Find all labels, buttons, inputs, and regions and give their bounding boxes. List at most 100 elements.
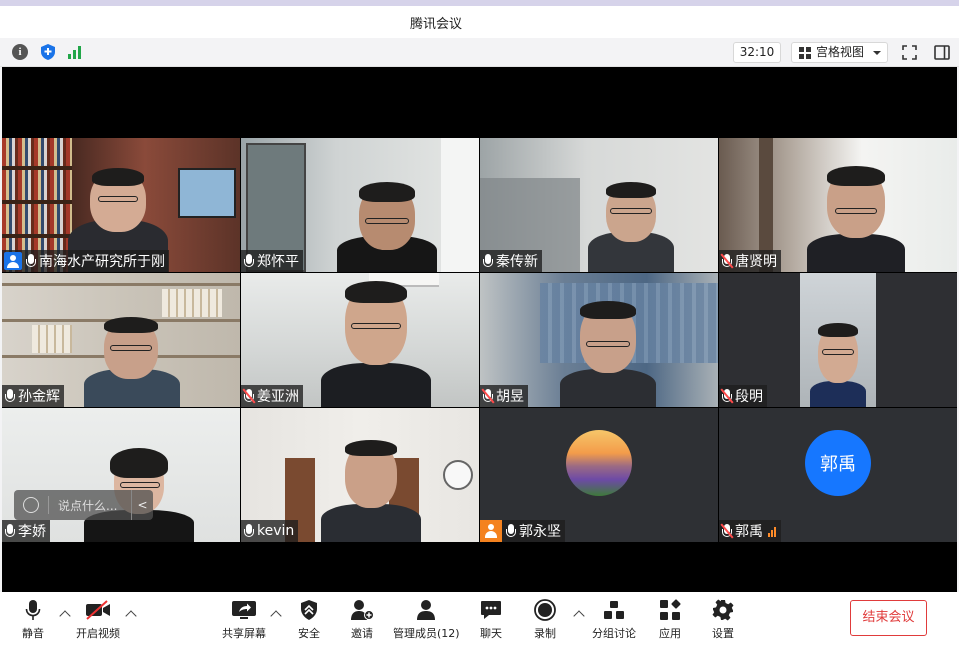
video-tile[interactable]: 李娇	[2, 408, 240, 542]
meeting-toolbar: i 32:10 宫格视图	[0, 38, 959, 67]
breakout-button[interactable]: 分组讨论	[590, 598, 638, 642]
shield-icon	[294, 598, 324, 622]
manage-members-button[interactable]: 管理成员(12)	[393, 598, 460, 642]
end-meeting-button[interactable]: 结束会议	[850, 600, 927, 636]
video-tile[interactable]: 郭永坚	[480, 408, 718, 542]
video-tile[interactable]: 唐贤明	[719, 138, 957, 272]
microphone-icon	[15, 598, 51, 622]
microphone-muted-icon	[481, 388, 495, 404]
window-title: 腾讯会议	[410, 17, 463, 32]
meeting-timer: 32:10	[733, 42, 781, 63]
participant-name: 郑怀平	[257, 254, 299, 270]
video-tile[interactable]: 段明	[719, 273, 957, 407]
video-tile[interactable]: 胡昱	[480, 273, 718, 407]
microphone-icon	[25, 253, 37, 269]
start-video-button[interactable]: 开启视频	[73, 598, 123, 642]
participant-nametag: kevin	[241, 520, 299, 542]
record-icon	[530, 598, 560, 622]
breakout-rooms-icon	[590, 598, 638, 622]
settings-button[interactable]: 设置	[708, 598, 738, 642]
view-mode-select[interactable]: 宫格视图	[791, 42, 888, 63]
participant-name: 李娇	[18, 524, 46, 540]
video-tile[interactable]: 孙金辉	[2, 273, 240, 407]
chevron-up-icon[interactable]	[573, 610, 585, 622]
participant-nametag: 秦传新	[480, 250, 542, 272]
participant-nametag: 唐贤明	[719, 250, 781, 272]
avatar: 郭禹	[805, 430, 871, 496]
participant-name: 姜亚洲	[257, 389, 299, 405]
sidebar-toggle-icon[interactable]	[933, 43, 951, 61]
participant-name: 唐贤明	[735, 254, 777, 270]
participant-nametag: 胡昱	[480, 385, 528, 407]
chat-button[interactable]: 聊天	[476, 598, 506, 642]
microphone-icon	[4, 388, 16, 404]
divider	[48, 496, 49, 514]
video-feed	[800, 273, 876, 407]
invite-button[interactable]: 邀请	[347, 598, 377, 642]
info-icon[interactable]: i	[11, 43, 29, 61]
participant-nametag: 郑怀平	[241, 250, 303, 272]
microphone-icon	[505, 523, 517, 539]
participant-nametag: 郭禹	[719, 520, 781, 542]
participant-nametag: 姜亚洲	[241, 385, 303, 407]
chevron-up-icon[interactable]	[270, 610, 282, 622]
microphone-icon	[4, 523, 16, 539]
chevron-down-icon	[873, 51, 881, 55]
chat-placeholder: 说点什么...	[58, 499, 118, 513]
participant-nametag: 李娇	[2, 520, 50, 542]
participant-name: 郭永坚	[519, 524, 561, 540]
participant-nametag: 南海水产研究所于刚	[2, 250, 169, 272]
participant-nametag: 郭永坚	[480, 520, 565, 542]
add-user-icon	[347, 598, 377, 622]
emoji-icon[interactable]	[23, 497, 39, 513]
avatar	[566, 430, 632, 496]
record-button[interactable]: 录制	[530, 598, 560, 642]
participant-nametag: 段明	[719, 385, 767, 407]
video-tile[interactable]: 秦传新	[480, 138, 718, 272]
chat-input-bubble[interactable]: 说点什么... <	[14, 490, 153, 520]
bottom-control-bar: 静音 开启视频 共享屏幕 安全 邀请 管理成员(12) 聊天 录制 分组讨论 应…	[0, 592, 959, 645]
share-screen-icon	[220, 598, 268, 622]
chevron-left-icon[interactable]: <	[131, 490, 153, 520]
microphone-muted-icon	[720, 523, 734, 539]
participant-name: 段明	[735, 389, 763, 405]
weak-network-icon	[768, 525, 777, 537]
video-tile[interactable]: kevin	[241, 408, 479, 542]
video-tile[interactable]: 姜亚洲	[241, 273, 479, 407]
chat-icon	[476, 598, 506, 622]
participant-name: 南海水产研究所于刚	[39, 254, 165, 270]
microphone-muted-icon	[720, 253, 734, 269]
participant-nametag: 孙金辉	[2, 385, 64, 407]
host-icon	[4, 252, 22, 270]
microphone-icon	[482, 253, 494, 269]
participant-name: 胡昱	[496, 389, 524, 405]
chevron-up-icon[interactable]	[125, 610, 137, 622]
security-button[interactable]: 安全	[294, 598, 324, 642]
members-icon	[393, 598, 459, 622]
view-mode-label: 宫格视图	[816, 45, 865, 59]
video-tile[interactable]: 南海水产研究所于刚	[2, 138, 240, 272]
microphone-muted-icon	[720, 388, 734, 404]
mute-button[interactable]: 静音	[15, 598, 51, 642]
video-tile[interactable]: 郑怀平	[241, 138, 479, 272]
microphone-icon	[243, 253, 255, 269]
fullscreen-icon[interactable]	[900, 43, 918, 61]
microphone-icon	[243, 523, 255, 539]
participant-name: kevin	[257, 523, 295, 539]
participant-name: 郭禹	[735, 524, 763, 540]
microphone-muted-icon	[242, 388, 256, 404]
signal-icon[interactable]	[66, 43, 84, 61]
chevron-up-icon[interactable]	[59, 610, 71, 622]
video-tile[interactable]: 郭禹 郭禹	[719, 408, 957, 542]
video-off-icon	[73, 598, 123, 622]
participant-name: 秦传新	[496, 254, 538, 270]
apps-button[interactable]: 应用	[655, 598, 685, 642]
video-grid: 南海水产研究所于刚 郑怀平 秦传新 唐贤明 孙金辉 姜亚洲 胡昱 段明 李娇 k…	[2, 138, 957, 542]
shield-icon[interactable]	[39, 43, 57, 61]
meeting-window: 腾讯会议 i 32:10 宫格视图 南海水产研究所于刚 郑怀平 秦传新 唐贤明 …	[0, 0, 959, 645]
guest-user-icon	[480, 520, 502, 542]
apps-icon	[655, 598, 685, 622]
share-screen-button[interactable]: 共享屏幕	[220, 598, 268, 642]
title-bar: 腾讯会议	[0, 0, 959, 38]
gear-icon	[708, 598, 738, 622]
